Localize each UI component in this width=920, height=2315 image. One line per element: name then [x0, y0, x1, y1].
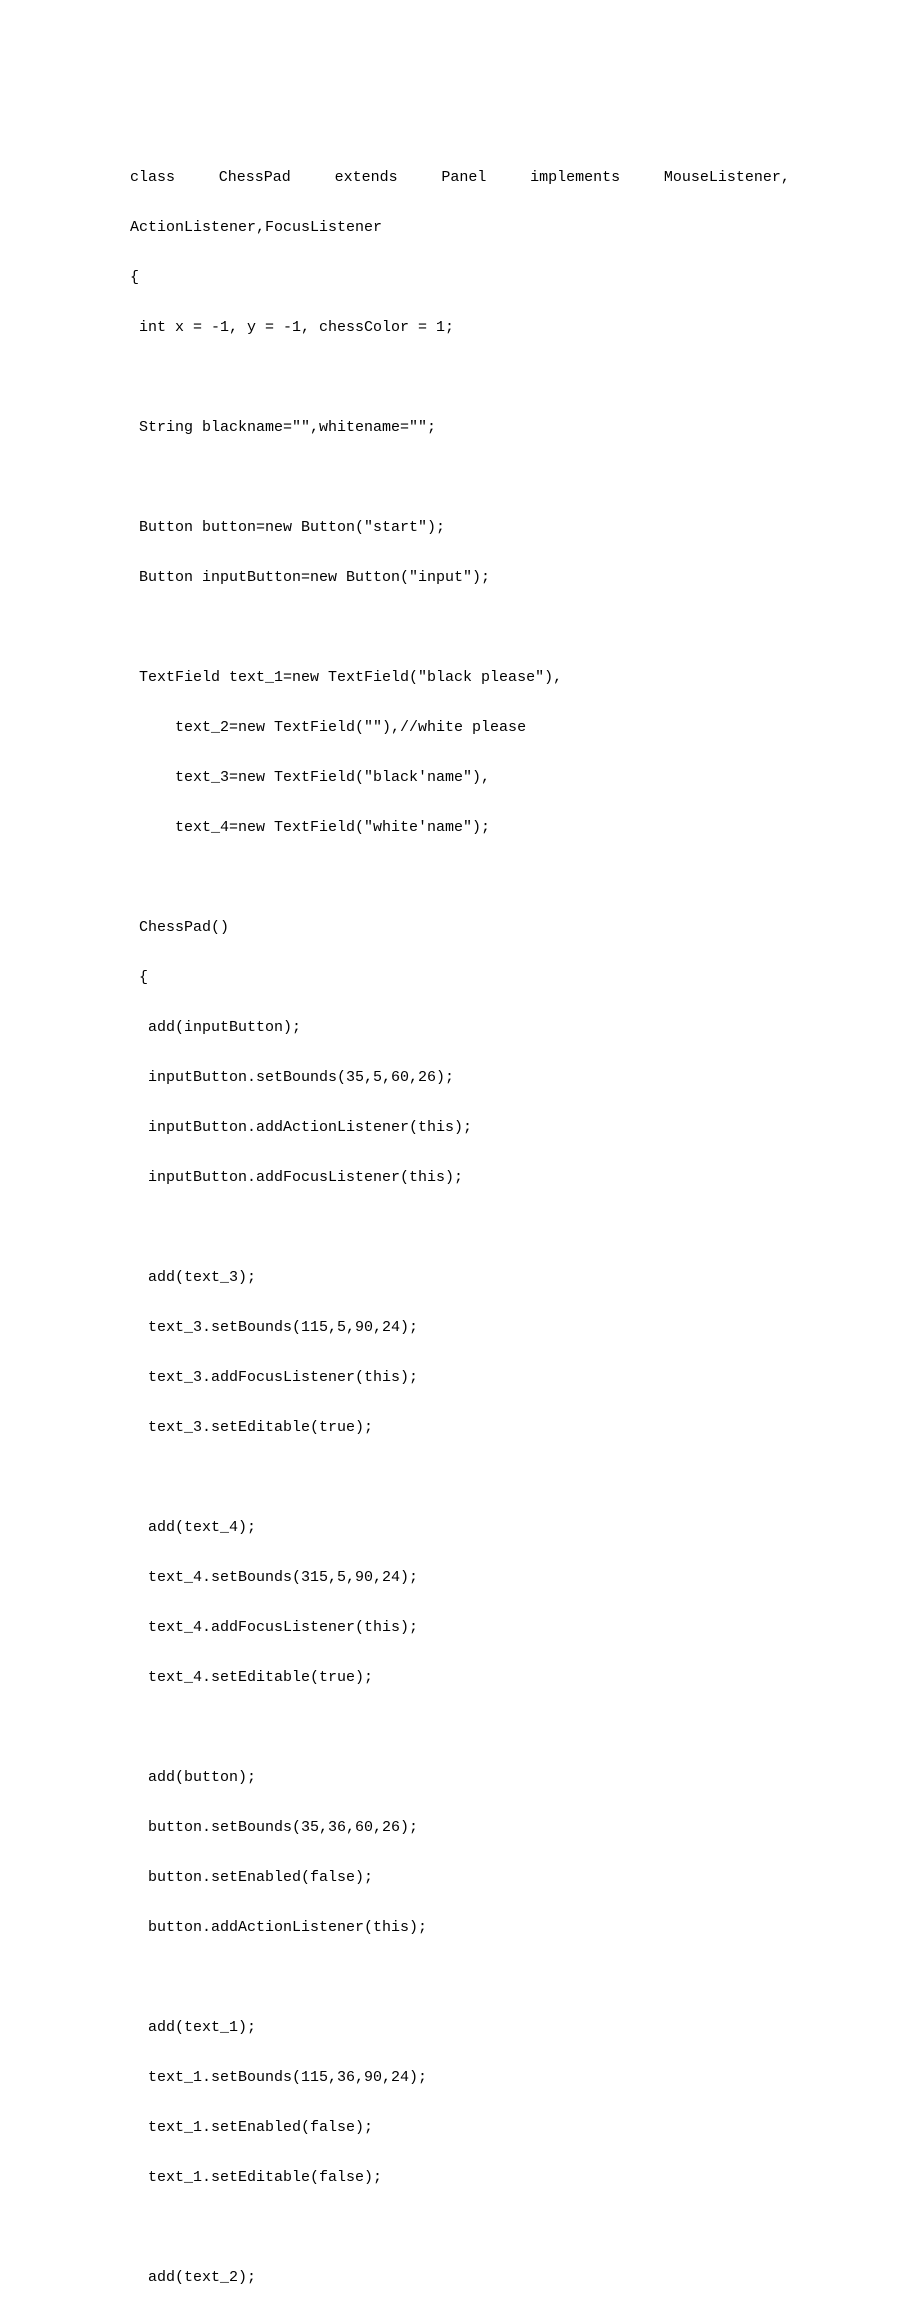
code-line: add(inputButton);	[130, 1015, 790, 1040]
code-line: inputButton.addActionListener(this);	[130, 1115, 790, 1140]
code-line: String blackname="",whitename="";	[130, 415, 790, 440]
code-line: text_1.setEditable(false);	[130, 2165, 790, 2190]
code-line: add(text_1);	[130, 2015, 790, 2040]
blank-line	[130, 465, 790, 490]
blank-line	[130, 865, 790, 890]
code-line: add(button);	[130, 1765, 790, 1790]
code-line: text_2=new TextField(""),//white please	[130, 715, 790, 740]
word: extends	[335, 165, 398, 190]
blank-line	[130, 615, 790, 640]
code-line: add(text_2);	[130, 2265, 790, 2290]
blank-line	[130, 1215, 790, 1240]
code-line: text_4.setBounds(315,5,90,24);	[130, 1565, 790, 1590]
blank-line	[130, 365, 790, 390]
code-line: text_1.setEnabled(false);	[130, 2115, 790, 2140]
code-line: text_4.addFocusListener(this);	[130, 1615, 790, 1640]
code-line: text_3.addFocusListener(this);	[130, 1365, 790, 1390]
code-line: button.addActionListener(this);	[130, 1915, 790, 1940]
code-line: text_3.setBounds(115,5,90,24);	[130, 1315, 790, 1340]
code-line: add(text_3);	[130, 1265, 790, 1290]
blank-line	[130, 2215, 790, 2240]
blank-line	[130, 1465, 790, 1490]
code-line: ChessPad()	[130, 915, 790, 940]
code-line: text_1.setBounds(115,36,90,24);	[130, 2065, 790, 2090]
code-line: text_3.setEditable(true);	[130, 1415, 790, 1440]
code-line: TextField text_1=new TextField("black pl…	[130, 665, 790, 690]
word: Panel	[441, 165, 486, 190]
word: ChessPad	[219, 165, 291, 190]
blank-line	[130, 1715, 790, 1740]
code-line: int x = -1, y = -1, chessColor = 1;	[130, 315, 790, 340]
code-line: text_4.setEditable(true);	[130, 1665, 790, 1690]
code-page: class ChessPad extends Panel implements …	[0, 0, 920, 2315]
code-line: Button button=new Button("start");	[130, 515, 790, 540]
code-line: text_4=new TextField("white'name");	[130, 815, 790, 840]
code-line: inputButton.setBounds(35,5,60,26);	[130, 1065, 790, 1090]
code-line: inputButton.addFocusListener(this);	[130, 1165, 790, 1190]
code-line: {	[130, 265, 790, 290]
blank-line	[130, 1965, 790, 1990]
code-line: {	[130, 965, 790, 990]
code-line: ActionListener,FocusListener	[130, 215, 790, 240]
word: MouseListener,	[664, 165, 790, 190]
code-line: class ChessPad extends Panel implements …	[130, 165, 790, 190]
code-line: text_3=new TextField("black'name"),	[130, 765, 790, 790]
code-line: button.setEnabled(false);	[130, 1865, 790, 1890]
word: class	[130, 165, 175, 190]
code-line: add(text_4);	[130, 1515, 790, 1540]
code-line: Button inputButton=new Button("input");	[130, 565, 790, 590]
code-line: button.setBounds(35,36,60,26);	[130, 1815, 790, 1840]
word: implements	[530, 165, 620, 190]
